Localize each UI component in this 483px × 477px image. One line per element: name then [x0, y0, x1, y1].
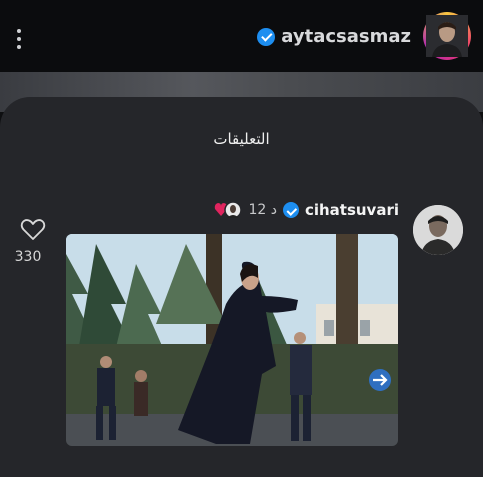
- kebab-menu-icon[interactable]: [12, 27, 26, 51]
- comment-time: 12 د: [248, 202, 277, 218]
- author-photo: [426, 15, 468, 57]
- commenter-username[interactable]: cihatsuvari: [305, 201, 399, 219]
- commenter-photo: [413, 205, 463, 255]
- comment-header: 12 د cihatsuvari: [214, 200, 399, 220]
- verified-badge-icon: [257, 27, 276, 46]
- commenter-avatar[interactable]: [413, 205, 463, 255]
- top-bar: aytacsasmaz: [0, 0, 483, 72]
- comments-title: التعليقات: [213, 130, 270, 148]
- like-count: 330: [14, 249, 42, 265]
- heart-outline-icon[interactable]: [20, 218, 46, 242]
- comment-reactions[interactable]: [214, 200, 243, 220]
- verified-badge-icon: [282, 202, 299, 218]
- gif-scene: [66, 234, 398, 446]
- post-author-username[interactable]: aytacsasmaz: [281, 26, 411, 47]
- post-author-avatar[interactable]: [423, 12, 471, 60]
- post-author[interactable]: aytacsasmaz: [257, 26, 411, 47]
- comment-gif[interactable]: [66, 234, 398, 446]
